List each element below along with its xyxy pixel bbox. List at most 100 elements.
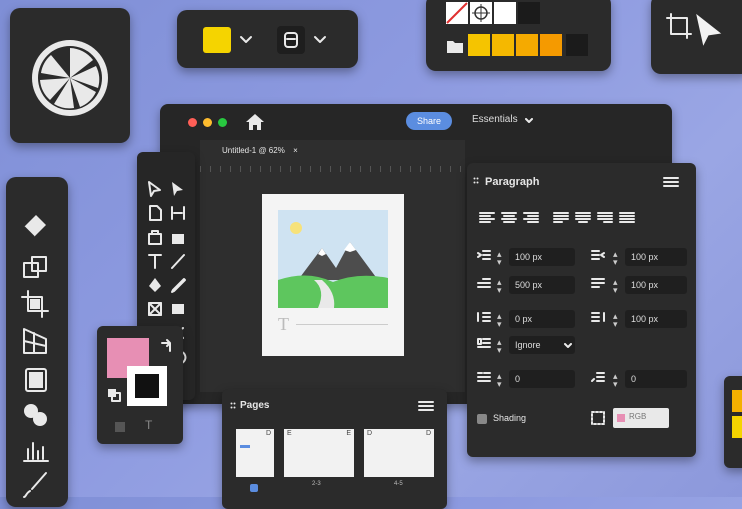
maximize-window-button[interactable] [218, 118, 227, 127]
baseline-right-field[interactable]: 0 [625, 370, 687, 388]
last-line-field[interactable]: 100 px [625, 276, 687, 294]
color-dropdowns-panel [177, 10, 358, 68]
pen-tool-icon[interactable] [146, 276, 164, 294]
first-line-field[interactable]: 500 px [509, 276, 575, 294]
left-indent-icon [477, 250, 491, 260]
baseline-left-stepper[interactable]: ▴ ▾ [497, 372, 502, 389]
shading-checkbox[interactable] [477, 414, 487, 424]
baseline-left-field[interactable]: 0 [509, 370, 575, 388]
registration-icon [472, 4, 490, 22]
canvas-text-line [296, 324, 388, 325]
bar-chart-icon[interactable] [20, 435, 52, 465]
page-thumbnail-1[interactable]: D [236, 429, 274, 477]
swap-colors-icon[interactable] [159, 338, 175, 354]
workspace-switcher[interactable]: Essentials [472, 114, 518, 125]
swatch-registration[interactable] [470, 2, 492, 24]
swatch-black[interactable] [518, 2, 540, 24]
justify-left-icon[interactable] [553, 211, 569, 225]
direct-selection-icon[interactable] [169, 180, 187, 198]
gap-tool-icon[interactable] [169, 204, 187, 222]
swatch-yellow-edge[interactable] [732, 416, 742, 438]
close-window-button[interactable] [188, 118, 197, 127]
aperture-wheel-icon [32, 40, 108, 116]
fill-color-swatch[interactable] [203, 27, 231, 53]
right-indent-icon [591, 250, 605, 260]
swatch-black-2[interactable] [566, 34, 588, 56]
artboard-icon[interactable] [20, 365, 52, 395]
stroke-color-box[interactable] [127, 366, 167, 406]
pencil-tool-icon[interactable] [169, 276, 187, 294]
align-left-icon[interactable] [479, 211, 495, 225]
first-line-stepper[interactable]: ▴ ▾ [497, 278, 502, 295]
last-line-stepper[interactable]: ▴ ▾ [613, 278, 618, 295]
rectangle-tool-icon[interactable] [169, 300, 187, 318]
shading-grid-icon[interactable] [591, 411, 605, 425]
baseline-right-stepper[interactable]: ▴ ▾ [613, 372, 618, 389]
align-right-icon[interactable] [523, 211, 539, 225]
left-indent-field[interactable]: 100 px [509, 248, 575, 266]
selection-tool-icon[interactable] [146, 180, 164, 198]
chevron-down-icon[interactable] [239, 34, 253, 46]
swatch-orange-2[interactable] [540, 34, 562, 56]
wheel-icon-panel[interactable] [10, 8, 130, 143]
content-placer-icon[interactable] [169, 228, 187, 246]
type-tool-icon[interactable] [146, 252, 164, 270]
align-center-icon[interactable] [501, 211, 517, 225]
master-label: E [346, 430, 351, 437]
shading-color-field[interactable]: RGB [613, 408, 669, 428]
rectangle-frame-icon[interactable] [146, 300, 164, 318]
shading-label: Shading [493, 413, 527, 423]
chevron-down-icon[interactable] [525, 118, 533, 124]
default-colors-icon[interactable] [107, 388, 121, 402]
chevron-down-icon[interactable] [313, 34, 327, 46]
crop-icon[interactable] [20, 289, 52, 319]
panel-menu-icon[interactable] [663, 176, 679, 188]
chevron-down-icon[interactable] [564, 343, 572, 349]
space-before-field[interactable]: 0 px [509, 310, 575, 328]
perspective-grid-icon[interactable] [20, 325, 52, 357]
minimize-window-button[interactable] [203, 118, 212, 127]
space-after-stepper[interactable]: ▴ ▾ [613, 312, 618, 329]
swatch-white[interactable] [494, 2, 516, 24]
panel-menu-icon[interactable] [418, 400, 434, 412]
left-tools-strip [6, 177, 68, 507]
hyphenation-stepper[interactable]: ▴ ▾ [497, 338, 502, 355]
apply-text-button[interactable]: T [145, 418, 152, 432]
justify-all-icon[interactable] [619, 211, 635, 225]
landscape-image-icon [278, 210, 388, 308]
document-tab[interactable]: Untitled-1 @ 62% × [222, 146, 298, 162]
left-indent-stepper[interactable]: ▴ ▾ [497, 250, 502, 267]
swatch-yellow-2[interactable] [492, 34, 514, 56]
canvas-artboard[interactable]: T [262, 194, 404, 356]
panel-grip-icon[interactable] [230, 402, 236, 410]
master-label: D [367, 430, 373, 437]
justify-right-icon[interactable] [597, 211, 613, 225]
home-icon[interactable] [244, 112, 266, 132]
page-spread-4-5[interactable]: D D [364, 429, 434, 477]
space-after-field[interactable]: 100 px [625, 310, 687, 328]
swatch-orange-edge[interactable] [732, 390, 742, 412]
apply-container-button[interactable] [115, 422, 125, 432]
brush-icon[interactable] [20, 469, 52, 499]
space-before-stepper[interactable]: ▴ ▾ [497, 312, 502, 329]
panel-grip-icon[interactable] [473, 177, 479, 185]
justify-center-icon[interactable] [575, 211, 591, 225]
right-indent-field[interactable]: 100 px [625, 248, 687, 266]
transform-icon[interactable] [20, 253, 52, 283]
page-tool-icon[interactable] [146, 204, 164, 222]
page-spread-2-3[interactable]: E E [284, 429, 354, 477]
swatch-yellow-1[interactable] [468, 34, 490, 56]
cursor-arrow-icon[interactable] [691, 8, 727, 52]
content-collector-icon[interactable] [146, 228, 164, 246]
swatch-orange-1[interactable] [516, 34, 538, 56]
eraser-icon[interactable] [20, 209, 52, 239]
blend-icon[interactable] [20, 399, 52, 429]
share-button[interactable]: Share [406, 112, 452, 130]
page-caption: 4-5 [394, 481, 403, 487]
line-tool-icon[interactable] [169, 252, 187, 270]
stroke-style-button[interactable] [277, 26, 305, 54]
ruler [200, 166, 465, 172]
tab-close-icon[interactable]: × [293, 146, 298, 155]
right-indent-stepper[interactable]: ▴ ▾ [613, 250, 618, 267]
swatch-none[interactable] [446, 2, 468, 24]
